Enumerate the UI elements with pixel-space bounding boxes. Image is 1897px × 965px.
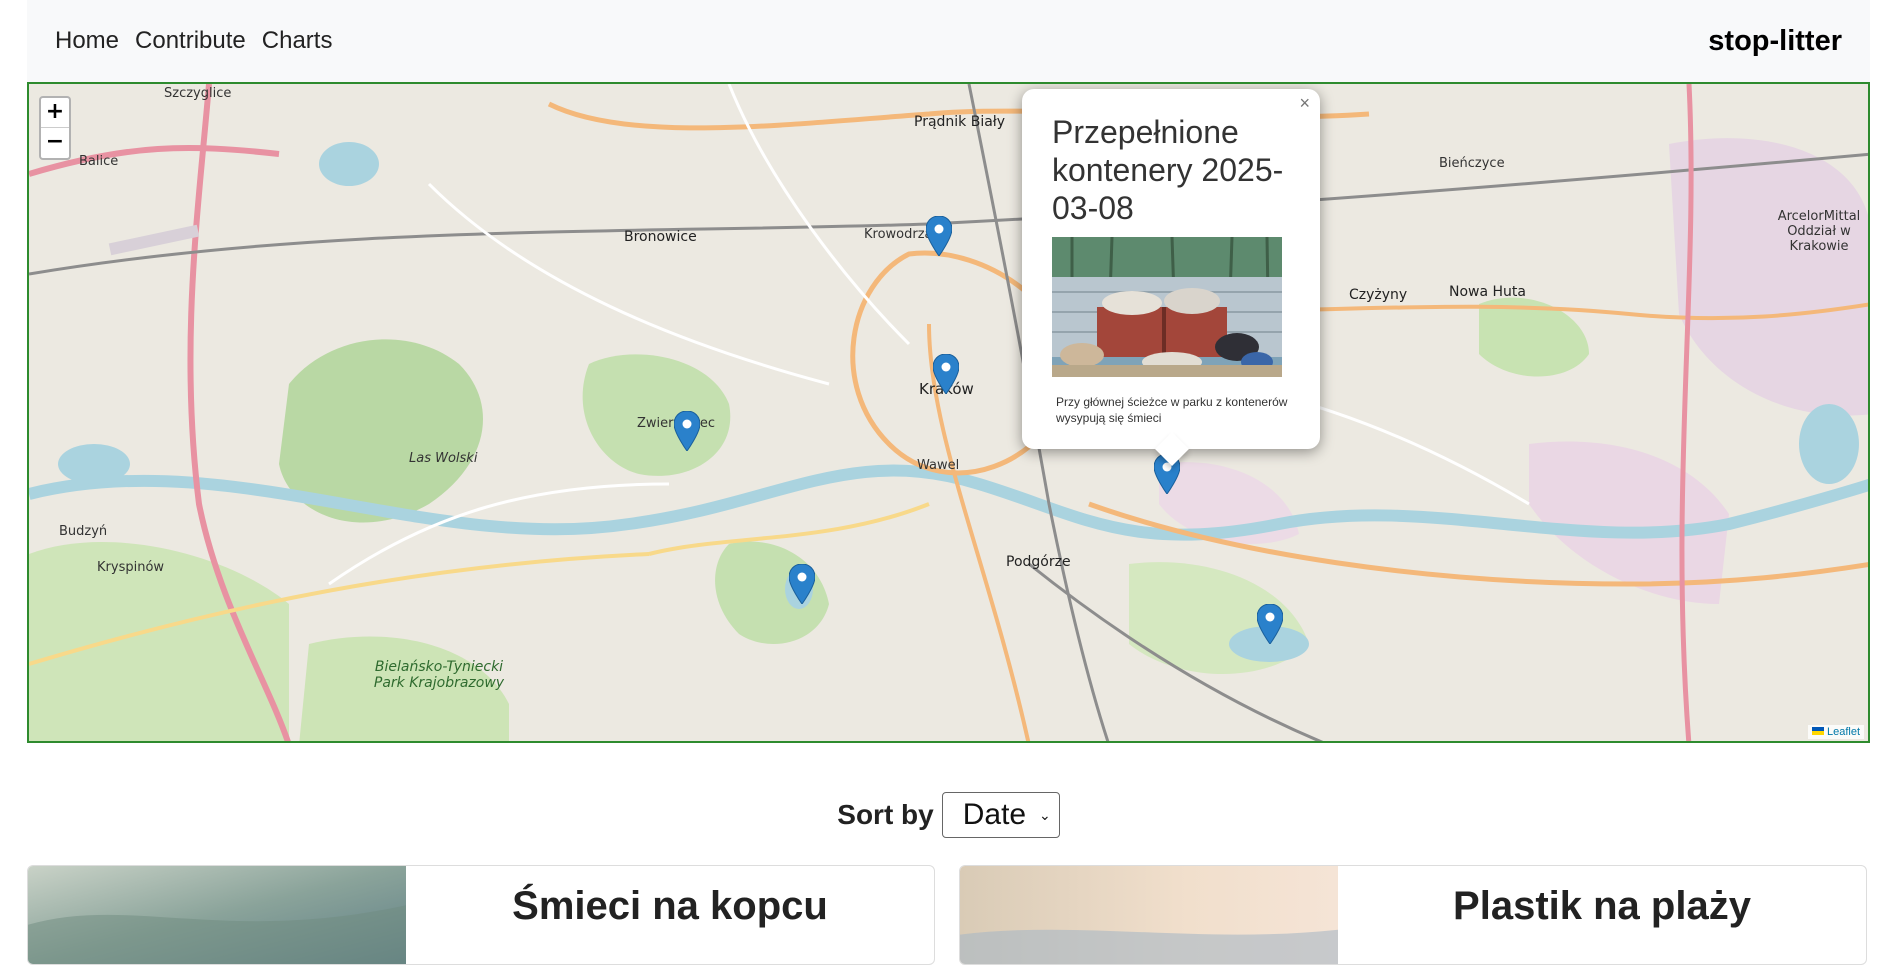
report-card[interactable]: Śmieci na kopcu — [27, 865, 935, 965]
map-label-pradnik-bialy: Prądnik Biały — [914, 114, 1006, 130]
map-label-park: Bielańsko-Tyniecki Park Krajobrazowy — [373, 659, 505, 691]
map-marker[interactable] — [1257, 604, 1283, 644]
card-title: Plastik na plaży — [1453, 884, 1751, 928]
popup-photo — [1052, 236, 1282, 377]
sort-bar: Sort by Date ⌄ — [0, 792, 1897, 838]
zoom-out-button[interactable]: − — [41, 128, 69, 158]
map-label-wawel: Wawel — [917, 458, 960, 473]
map-tiles — [29, 84, 1868, 741]
popup-title: Przepełnione kontenery 2025-03-08 — [1052, 114, 1284, 226]
chevron-down-icon: ⌄ — [1039, 806, 1051, 823]
sort-select-value: Date — [962, 798, 1027, 831]
nav-link-home[interactable]: Home — [55, 27, 119, 55]
nav-links: Home Contribute Charts — [55, 27, 332, 55]
flag-icon — [1811, 727, 1824, 735]
sort-label: Sort by — [837, 799, 934, 830]
popup-close-button[interactable]: × — [1299, 93, 1310, 114]
zoom-control: + − — [39, 96, 71, 160]
map-label-bienczyce: Bieńczyce — [1439, 156, 1505, 171]
map-marker[interactable] — [674, 411, 700, 451]
map-container[interactable]: + − Bronowice Krowodrza Prądnik Biały Kr… — [27, 82, 1870, 743]
popup-description: Przy głównej ścieżce w parku z konteneró… — [1056, 395, 1288, 425]
map-popup: × Przepełnione kontenery 2025-03-08 Przy… — [1022, 89, 1320, 449]
map-label-krowodrza: Krowodrza — [864, 227, 933, 242]
map-label-budzyn: Budzyń — [59, 524, 108, 539]
map-label-las-wolski: Las Wolski — [409, 451, 478, 466]
map-label-arcelor: ArcelorMittal Oddział w Krakowie — [1777, 209, 1861, 254]
map-label-kryspinow: Kryspinów — [97, 560, 165, 575]
report-card[interactable]: Plastik na plaży — [959, 865, 1867, 965]
map-label-szczyglice: Szczyglice — [164, 86, 232, 101]
nav-link-charts[interactable]: Charts — [262, 27, 333, 55]
map-label-podgorze: Podgórze — [1006, 554, 1071, 570]
map-label-bronowice: Bronowice — [624, 229, 697, 245]
zoom-in-button[interactable]: + — [41, 98, 69, 128]
map-attribution[interactable]: Leaflet — [1807, 725, 1864, 739]
navbar: Home Contribute Charts stop-litter — [27, 0, 1870, 82]
map-label-nowa-huta: Nowa Huta — [1449, 284, 1526, 300]
map-label-balice: Balice — [79, 154, 119, 169]
leaflet-link[interactable]: Leaflet — [1827, 726, 1860, 738]
card-thumbnail — [960, 866, 1338, 964]
nav-link-contribute[interactable]: Contribute — [135, 27, 246, 55]
sort-select[interactable]: Date ⌄ — [941, 792, 1060, 838]
card-thumbnail — [28, 866, 406, 964]
map-marker[interactable] — [933, 354, 959, 394]
map-label-czyzyny: Czyżyny — [1349, 287, 1408, 303]
brand-logo[interactable]: stop-litter — [1708, 25, 1842, 58]
card-title: Śmieci na kopcu — [512, 884, 828, 928]
map-marker[interactable] — [926, 216, 952, 256]
map-marker[interactable] — [789, 564, 815, 604]
